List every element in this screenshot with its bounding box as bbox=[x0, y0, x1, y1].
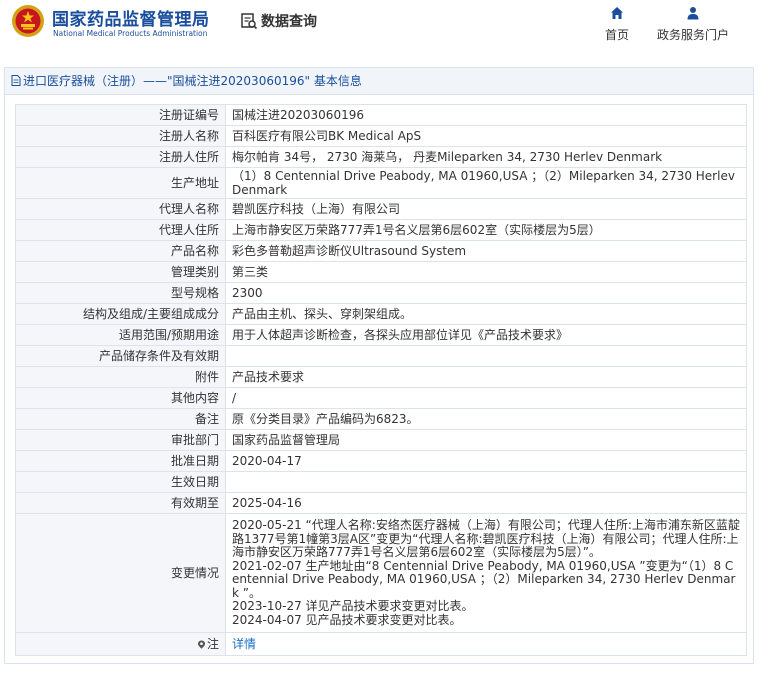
row-label: 产品储存条件及有效期 bbox=[15, 345, 226, 367]
table-row: 审批部门 国家药品监督管理局 bbox=[15, 429, 747, 451]
table-row: 结构及组成/主要组成成分 产品由主机、探头、穿刺架组成。 bbox=[15, 303, 747, 325]
row-label: 型号规格 bbox=[15, 282, 226, 304]
table-row: 生产地址 （1）8 Centennial Drive Peabody, MA 01… bbox=[15, 167, 747, 199]
table-row: 生效日期 bbox=[15, 471, 747, 493]
nav-services-label: 政务服务门户 bbox=[656, 28, 729, 42]
nav-government-services[interactable]: 政务服务门户 bbox=[655, 6, 731, 43]
row-value: 上海市静安区万荣路777弄1号名义层第6层602室（实际楼层为5层） bbox=[225, 219, 747, 241]
row-label: 附件 bbox=[15, 366, 226, 388]
national-emblem-icon bbox=[12, 5, 44, 37]
table-row: 有效期至 2025-04-16 bbox=[15, 492, 747, 514]
row-label: 代理人名称 bbox=[15, 198, 226, 220]
document-icon bbox=[11, 75, 21, 86]
row-value: 国械注进20203060196 bbox=[225, 104, 747, 126]
registration-info-table: 注册证编号 国械注进20203060196 注册人名称 百科医疗有限公司BK Med… bbox=[15, 104, 747, 656]
row-label: 代理人住所 bbox=[15, 219, 226, 241]
table-row-changes: 变更情况 2020-05-21 “代理人名称:安络杰医疗器械（上海）有限公司；代… bbox=[15, 513, 747, 633]
table-row: 附件 产品技术要求 bbox=[15, 366, 747, 388]
row-label: 批准日期 bbox=[15, 450, 226, 472]
site-name-cn[interactable]: 国家药品监督管理局 bbox=[52, 5, 210, 30]
table-row: 注册证编号 国械注进20203060196 bbox=[15, 104, 747, 126]
row-value bbox=[225, 471, 747, 493]
row-value: 产品由主机、探头、穿刺架组成。 bbox=[225, 303, 747, 325]
row-label: 管理类别 bbox=[15, 261, 226, 283]
row-label: 审批部门 bbox=[15, 429, 226, 451]
row-label: 备注 bbox=[15, 408, 226, 430]
change-entry: 2020-05-21 “代理人名称:安络杰医疗器械（上海）有限公司；代理人住所:… bbox=[232, 518, 740, 559]
row-value: 2020-04-17 bbox=[225, 450, 747, 472]
row-label: 产品名称 bbox=[15, 240, 226, 262]
row-value: 用于人体超声诊断检查，各探头应用部位详见《产品技术要求》 bbox=[225, 324, 747, 346]
database-search-icon bbox=[241, 13, 258, 30]
row-value: 第三类 bbox=[225, 261, 747, 283]
row-label: 生产地址 bbox=[15, 167, 226, 199]
table-row: 注册人住所 梅尔帕肯 34号， 2730 海莱乌， 丹麦Mileparken 34… bbox=[15, 146, 747, 168]
table-row: 产品名称 彩色多普勒超声诊断仪Ultrasound System bbox=[15, 240, 747, 262]
nav-home-label: 首页 bbox=[604, 28, 629, 42]
row-value bbox=[225, 345, 747, 367]
row-value: 彩色多普勒超声诊断仪Ultrasound System bbox=[225, 240, 747, 262]
row-value: 百科医疗有限公司BK Medical ApS bbox=[225, 125, 747, 147]
user-icon bbox=[687, 7, 699, 20]
table-row-annotation: 注 详情 bbox=[15, 632, 747, 656]
table-row: 代理人住所 上海市静安区万荣路777弄1号名义层第6层602室（实际楼层为5层） bbox=[15, 219, 747, 241]
location-pin-icon bbox=[197, 640, 205, 649]
row-label: 适用范围/预期用途 bbox=[15, 324, 226, 346]
table-row: 注册人名称 百科医疗有限公司BK Medical ApS bbox=[15, 125, 747, 147]
site-name-en[interactable]: National Medical Products Administration bbox=[53, 29, 207, 38]
data-query-link[interactable]: 数据查询 bbox=[240, 10, 317, 32]
row-label: 其他内容 bbox=[15, 387, 226, 409]
row-value: / bbox=[225, 387, 747, 409]
table-row: 型号规格 2300 bbox=[15, 282, 747, 304]
panel-title: 进口医疗器械（注册）——"国械注进20203060196" 基本信息 bbox=[5, 68, 753, 95]
row-label: 结构及组成/主要组成成分 bbox=[15, 303, 226, 325]
row-value: 原《分类目录》产品编码为6823。 bbox=[225, 408, 747, 430]
row-value: 2300 bbox=[225, 282, 747, 304]
change-entry: 2024-04-07 见产品技术要求变更对比表。 bbox=[232, 612, 462, 627]
table-row: 其他内容 / bbox=[15, 387, 747, 409]
change-entry: 2023-10-27 详见产品技术要求变更对比表。 bbox=[232, 599, 474, 613]
table-row: 产品储存条件及有效期 bbox=[15, 345, 747, 367]
site-header: 国家药品监督管理局 National Medical Products Admi… bbox=[0, 0, 759, 52]
table-row: 备注 原《分类目录》产品编码为6823。 bbox=[15, 408, 747, 430]
row-label: 注册人住所 bbox=[15, 146, 226, 168]
table-row: 管理类别 第三类 bbox=[15, 261, 747, 283]
annotation-value: 详情 bbox=[225, 632, 747, 656]
row-label: 有效期至 bbox=[15, 492, 226, 514]
change-entry: 2021-02-07 生产地址由“8 Centennial Drive Peab… bbox=[232, 558, 736, 600]
details-link[interactable]: 详情 bbox=[232, 637, 256, 651]
table-row: 代理人名称 碧凯医疗科技（上海）有限公司 bbox=[15, 198, 747, 220]
row-value: 碧凯医疗科技（上海）有限公司 bbox=[225, 198, 747, 220]
row-label: 注册证编号 bbox=[15, 104, 226, 126]
row-label: 注册人名称 bbox=[15, 125, 226, 147]
changes-label: 变更情况 bbox=[15, 513, 226, 633]
nav-home[interactable]: 首页 bbox=[600, 6, 634, 43]
row-value: （1）8 Centennial Drive Peabody, MA 01960,… bbox=[225, 167, 747, 199]
row-value: 2025-04-16 bbox=[225, 492, 747, 514]
data-query-label: 数据查询 bbox=[261, 14, 317, 30]
changes-value: 2020-05-21 “代理人名称:安络杰医疗器械（上海）有限公司；代理人住所:… bbox=[225, 513, 747, 633]
row-value: 梅尔帕肯 34号， 2730 海莱乌， 丹麦Mileparken 34, 273… bbox=[225, 146, 747, 168]
annotation-label: 注 bbox=[206, 637, 219, 651]
table-row: 批准日期 2020-04-17 bbox=[15, 450, 747, 472]
panel-title-text: 进口医疗器械（注册）——"国械注进20203060196" 基本信息 bbox=[23, 74, 362, 88]
row-value: 产品技术要求 bbox=[225, 366, 747, 388]
home-icon bbox=[611, 7, 623, 19]
detail-panel: 进口医疗器械（注册）——"国械注进20203060196" 基本信息 注册证编号… bbox=[4, 67, 754, 664]
row-value: 国家药品监督管理局 bbox=[225, 429, 747, 451]
table-row: 适用范围/预期用途 用于人体超声诊断检查，各探头应用部位详见《产品技术要求》 bbox=[15, 324, 747, 346]
row-label: 生效日期 bbox=[15, 471, 226, 493]
annotation-label-cell: 注 bbox=[15, 632, 226, 656]
